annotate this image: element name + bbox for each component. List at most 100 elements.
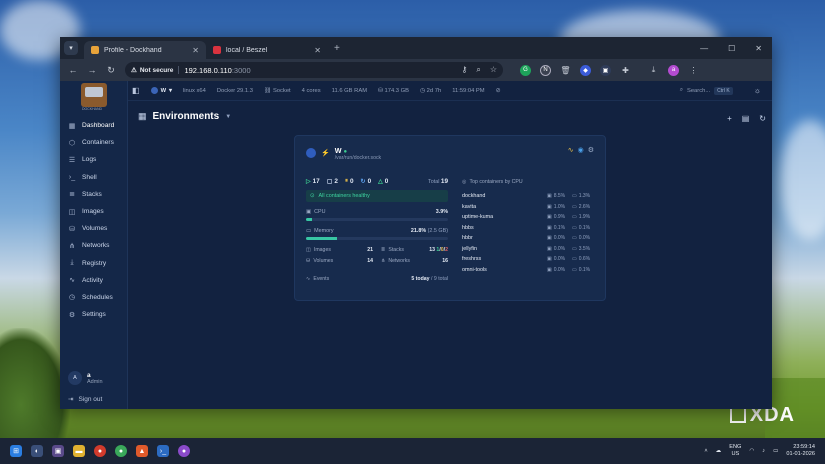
volume-icon[interactable]: ♪ xyxy=(762,448,765,454)
restarting-value: 0 xyxy=(367,178,372,185)
sidebar-item-settings[interactable]: ⚙ Settings xyxy=(60,306,127,323)
sidebar-item-stacks[interactable]: ≣ Stacks xyxy=(60,186,127,203)
reload-icon[interactable]: ↻ xyxy=(106,65,116,76)
memory-icon: ▭ xyxy=(572,245,577,252)
security-indicator[interactable]: ⚠ Not secure xyxy=(131,66,180,74)
search-button[interactable]: ⌕ Search... Ctrl K xyxy=(680,86,733,95)
activity-icon[interactable]: ∿ xyxy=(568,146,574,154)
list-item[interactable]: freshrss ▣ 0.0% ▭ 0.6% xyxy=(462,254,594,265)
brave-icon[interactable]: ▲ xyxy=(136,445,148,457)
chrome-profile-icon[interactable]: ● xyxy=(115,445,127,457)
volumes-icon: ⛁ xyxy=(69,225,75,233)
close-window-icon[interactable]: ✕ xyxy=(755,44,762,53)
globe-icon[interactable]: ◉ xyxy=(578,146,584,154)
task-view-icon[interactable]: ◐ xyxy=(31,445,43,457)
cpu-icon: ▣ xyxy=(547,245,552,252)
gear-icon[interactable]: ⚙ xyxy=(588,146,594,154)
language-indicator[interactable]: ENG US xyxy=(729,444,741,458)
sidebar-item-shell[interactable]: ›_ Shell xyxy=(60,169,127,186)
list-item[interactable]: omni-tools ▣ 0.0% ▭ 0.1% xyxy=(462,265,594,276)
environment-selector[interactable]: W ▾ xyxy=(150,87,172,94)
grammarly-extension-icon[interactable]: G xyxy=(520,64,531,76)
sidebar-item-networks[interactable]: ⋔ Networks xyxy=(60,237,127,254)
images-label: Images xyxy=(313,247,331,253)
dockhand-logo[interactable]: DOCKHAND xyxy=(60,81,127,111)
activity-icon: ∿ xyxy=(69,277,75,285)
wifi-icon[interactable]: ◠ xyxy=(749,448,754,454)
stopped-value: 0 xyxy=(349,178,354,185)
list-item[interactable]: uptime-kuma ▣ 0.9% ▭ 1.9% xyxy=(462,212,594,223)
terminal-icon[interactable]: ›_ xyxy=(157,445,169,457)
chevron-down-icon[interactable]: ▼ xyxy=(225,114,231,120)
container-mem: ▭ 1.3% xyxy=(572,193,594,199)
container-mem-value: 3.5% xyxy=(578,245,591,252)
sidebar-item-registry[interactable]: ⤓ Registry xyxy=(60,255,127,272)
add-environment-icon[interactable]: + xyxy=(727,114,732,123)
windows-start-icon[interactable]: ⊞ xyxy=(10,445,22,457)
trash-extension-icon[interactable]: 🗑 xyxy=(560,65,571,76)
memory-icon: ▭ xyxy=(572,224,577,231)
sidebar-item-volumes[interactable]: ⛁ Volumes xyxy=(60,220,127,237)
volumes-icon: ⛁ xyxy=(306,258,311,264)
tab-dockhand[interactable]: Profile - Dockhand ✕ xyxy=(84,41,206,59)
notifications-off-icon[interactable]: ⊘ xyxy=(496,88,501,94)
puzzle-icon[interactable]: ✚ xyxy=(620,65,631,76)
url-field[interactable]: ⚠ Not secure 192.168.0.110:3000 ⚷ ⌕ ☆ xyxy=(125,62,503,78)
list-item[interactable]: hbbr ▣ 0.0% ▭ 0.0% xyxy=(462,233,594,244)
list-item[interactable]: jellyfin ▣ 0.0% ▭ 3.5% xyxy=(462,244,594,255)
tab-search-button[interactable]: ▾ xyxy=(64,41,78,55)
battery-icon[interactable]: ▭ xyxy=(773,448,778,454)
ram-info: 11.6 GB RAM xyxy=(331,87,368,94)
container-cpu-value: 0.1% xyxy=(553,224,566,231)
profile-avatar-icon[interactable]: a xyxy=(668,64,679,76)
sidebar-item-logs[interactable]: ☰ Logs xyxy=(60,151,127,168)
memory-bar-fill xyxy=(306,237,337,240)
container-cpu: ▣ 0.1% xyxy=(547,225,569,231)
zoom-icon[interactable]: ⌕ xyxy=(476,65,480,75)
unhealthy-count: △ 0 xyxy=(378,178,388,185)
bookmark-star-icon[interactable]: ☆ xyxy=(490,65,497,75)
onedrive-icon[interactable]: ☁ xyxy=(716,448,722,454)
password-key-icon[interactable]: ⚷ xyxy=(461,65,467,75)
forward-icon[interactable]: → xyxy=(87,65,97,75)
list-item[interactable]: dockhand ▣ 8.5% ▭ 1.3% xyxy=(462,191,594,202)
container-name: hbbs xyxy=(462,224,474,231)
file-explorer-icon[interactable]: ▬ xyxy=(73,445,85,457)
volumes-stat: ⛁ Volumes 14 xyxy=(306,258,373,264)
logo-image xyxy=(80,83,107,107)
chrome-icon[interactable]: ● xyxy=(94,445,106,457)
close-tab-icon[interactable]: ✕ xyxy=(192,46,199,55)
sidebar-item-containers[interactable]: ⬡ Containers xyxy=(60,134,127,151)
new-tab-button[interactable]: + xyxy=(334,43,340,54)
list-item[interactable]: kavita ▣ 1.0% ▭ 2.6% xyxy=(462,202,594,213)
environment-card[interactable]: ⚡ W ● /var/run/docker.sock ∿ ◉ ⚙ ▷ 17 ▢ … xyxy=(294,135,606,301)
refresh-icon[interactable]: ↻ xyxy=(759,114,766,123)
chrome-canary-icon[interactable]: ● xyxy=(178,445,190,457)
back-icon[interactable]: ← xyxy=(68,65,78,75)
kebab-menu-icon[interactable]: ⋮ xyxy=(688,65,699,76)
chevron-up-icon[interactable]: ˄ xyxy=(704,448,707,454)
download-icon[interactable]: ⤓ xyxy=(648,65,659,76)
sidebar-item-activity[interactable]: ∿ Activity xyxy=(60,272,127,289)
notion-extension-icon[interactable]: N xyxy=(540,64,551,76)
user-profile[interactable]: A a Admin xyxy=(68,371,103,385)
layout-icon[interactable]: ▤ xyxy=(742,114,750,123)
shield-extension-icon[interactable]: ◆ xyxy=(580,64,591,76)
env-name-text: W xyxy=(334,146,342,155)
counter-extension-icon[interactable]: ▣ xyxy=(600,64,611,76)
sidebar-toggle-icon[interactable]: ◧ xyxy=(132,86,140,95)
sidebar-item-images[interactable]: ◫ Images xyxy=(60,203,127,220)
container-cpu: ▣ 0.0% xyxy=(547,246,569,252)
cpu-label: CPU xyxy=(314,209,326,215)
widgets-icon[interactable]: ▣ xyxy=(52,445,64,457)
clock[interactable]: 23:59:14 01-01-2026 xyxy=(786,444,815,458)
theme-toggle-icon[interactable]: ☼ xyxy=(754,86,761,95)
sign-out-button[interactable]: ⇥ Sign out xyxy=(68,395,102,404)
maximize-icon[interactable]: ☐ xyxy=(728,44,735,53)
sidebar-item-dashboard[interactable]: ▦ Dashboard xyxy=(60,117,127,134)
minimize-icon[interactable]: — xyxy=(700,44,708,53)
close-tab-icon[interactable]: ✕ xyxy=(314,46,321,55)
sidebar-item-schedules[interactable]: ◷ Schedules xyxy=(60,289,127,306)
list-item[interactable]: hbbs ▣ 0.1% ▭ 0.1% xyxy=(462,223,594,234)
tab-beszel[interactable]: local / Beszel ✕ xyxy=(206,41,328,59)
